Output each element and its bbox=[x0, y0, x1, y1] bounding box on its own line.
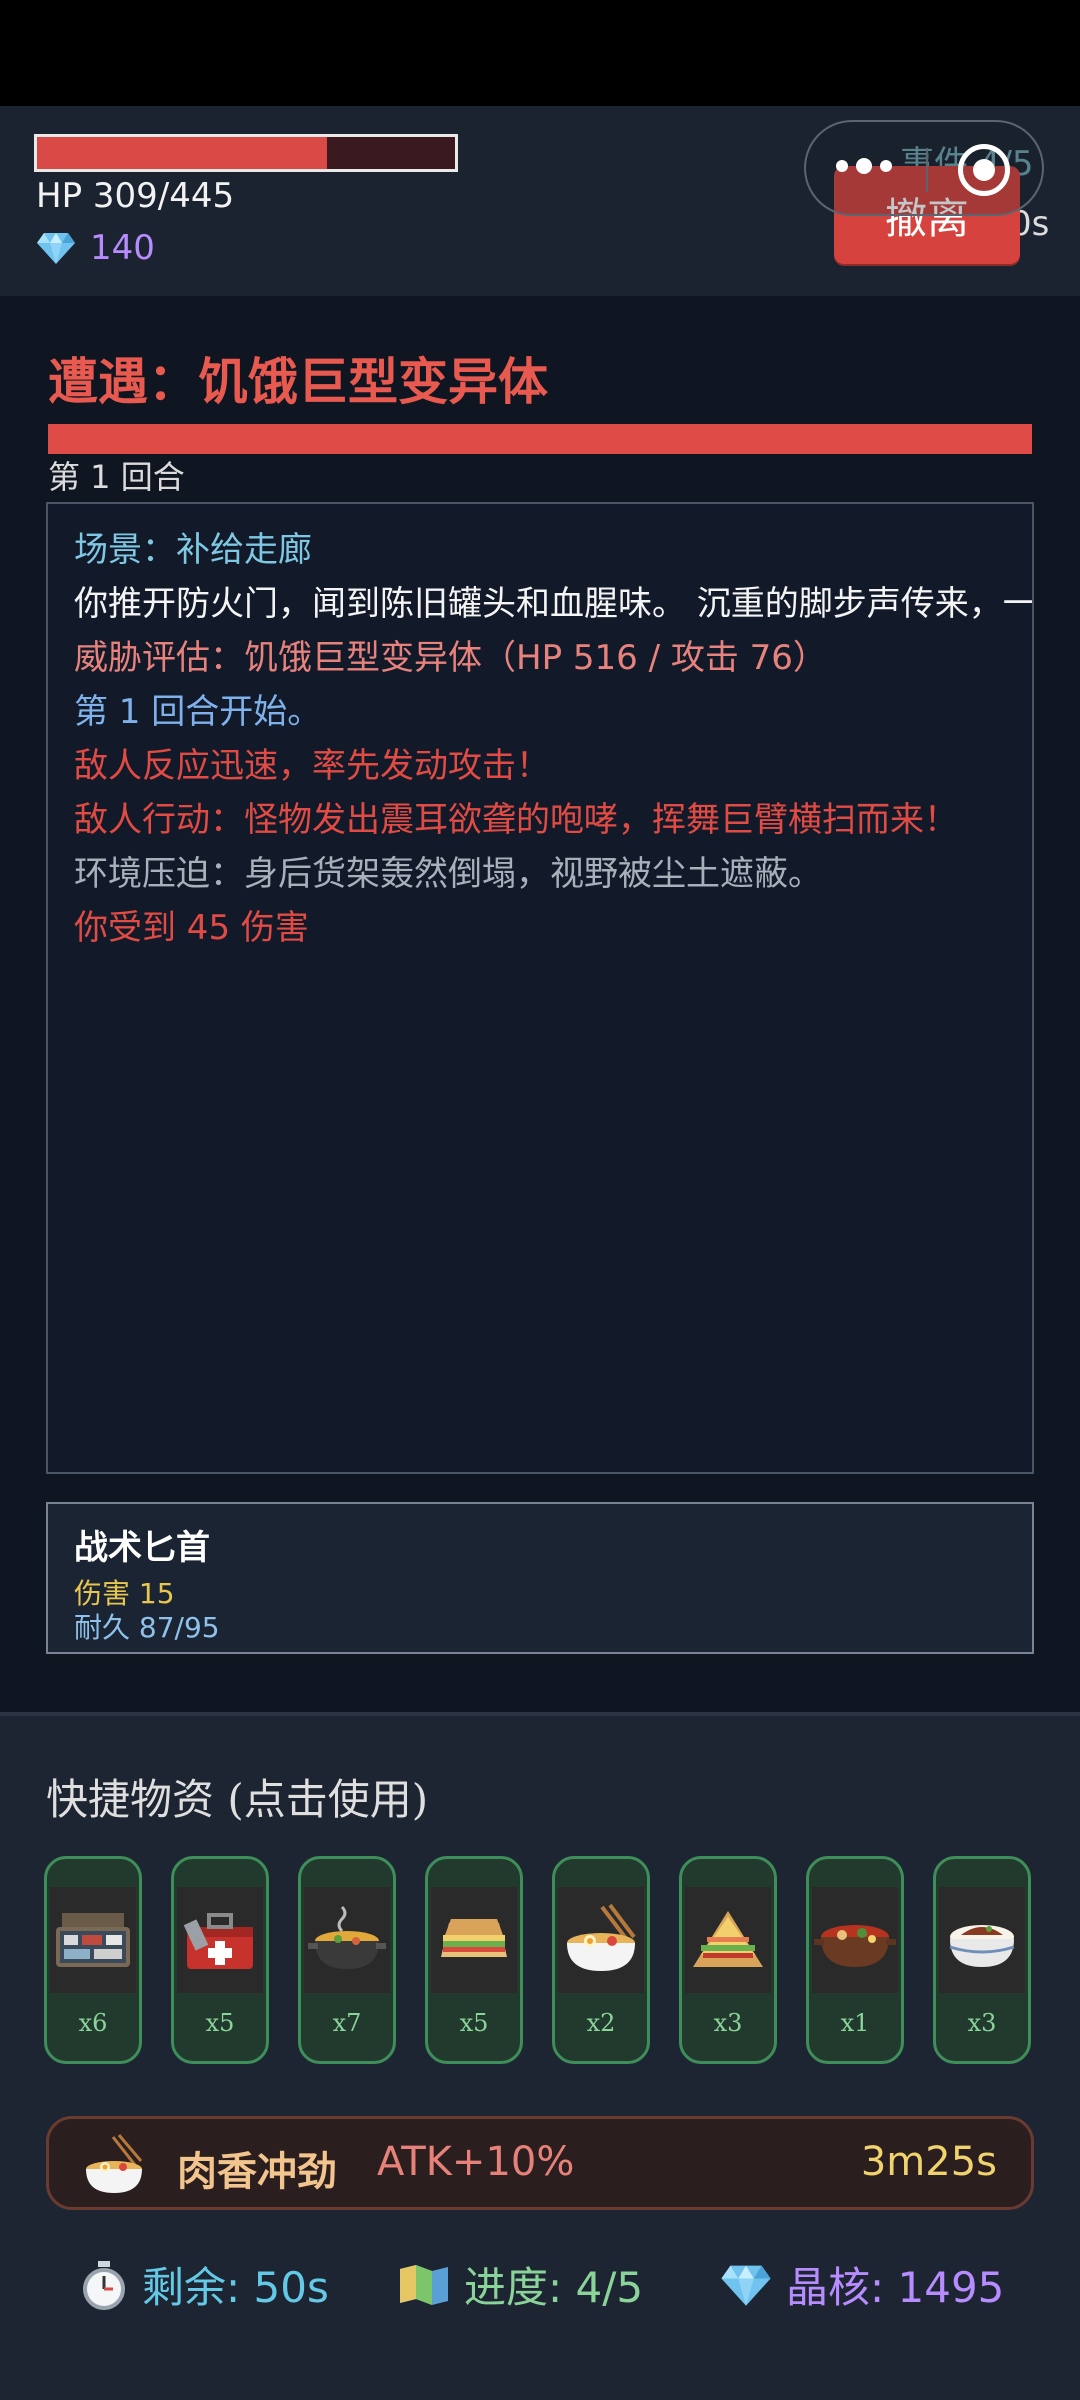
enemy-hp-bar bbox=[48, 424, 1032, 454]
mini-program-capsule bbox=[804, 120, 1044, 216]
diamond-icon bbox=[37, 233, 75, 264]
hotpot-icon bbox=[812, 1887, 898, 1993]
status-bar bbox=[0, 0, 1080, 106]
player-header: HP 309/445 140 事件 4/5 0s 撤离 bbox=[0, 106, 1080, 296]
stat-remaining: 剩余: 50s bbox=[80, 2254, 329, 2315]
rice-bowl-icon bbox=[939, 1887, 1025, 1993]
quick-item-count: x1 bbox=[840, 2009, 870, 2037]
quick-item-count: x3 bbox=[967, 2009, 997, 2037]
capsule-divider bbox=[926, 148, 928, 192]
log-line: 你受到 45 伤害 bbox=[74, 908, 309, 948]
more-icon[interactable] bbox=[836, 158, 892, 174]
log-line: 第 1 回合开始。 bbox=[74, 692, 322, 732]
sandwich-icon bbox=[431, 1887, 517, 1993]
log-line: 敌人行动：怪物发出震耳欲聋的咆哮，挥舞巨臂横扫而来！ bbox=[74, 800, 958, 840]
active-buff: 肉香冲劲 ATK+10% 3m25s bbox=[46, 2116, 1034, 2210]
first-aid-toolbox-icon bbox=[177, 1887, 263, 1993]
quick-item[interactable]: x2 bbox=[552, 1856, 650, 2064]
log-line: 你推开防火门，闻到陈旧罐头和血腥味。 沉重的脚步声传来，一 bbox=[74, 584, 1034, 624]
buff-timer: 3m25s bbox=[860, 2139, 997, 2185]
diamond-icon bbox=[721, 2265, 771, 2306]
soup-pot-icon bbox=[304, 1887, 390, 1993]
close-target-icon[interactable] bbox=[958, 144, 1010, 196]
log-line: 场景：补给走廊 bbox=[74, 530, 312, 570]
quick-item[interactable]: x3 bbox=[679, 1856, 777, 2064]
quick-item-list: x6 x5 x7 x5 x2 x3 x1 x3 bbox=[44, 1856, 1036, 2066]
crystal-total: 晶核: 1495 bbox=[786, 2263, 1005, 2312]
quick-item-count: x2 bbox=[586, 2009, 616, 2037]
run-stats: 剩余: 50s 进度: 4/5 晶核: 1495 bbox=[0, 2244, 1080, 2324]
map-icon bbox=[400, 2264, 448, 2305]
player-hp-fill bbox=[37, 137, 328, 169]
remaining-time: 剩余: 50s bbox=[142, 2263, 329, 2312]
weapon-durability: 耐久 87/95 bbox=[74, 1611, 220, 1644]
weapon-name: 战术匕首 bbox=[74, 1528, 210, 1568]
round-label: 第 1 回合 bbox=[48, 458, 185, 496]
quick-item[interactable]: x5 bbox=[171, 1856, 269, 2064]
quick-item-count: x6 bbox=[78, 2009, 108, 2037]
club-sandwich-icon bbox=[685, 1887, 771, 1993]
noodle-bowl-icon bbox=[86, 2134, 143, 2193]
encounter-panel: 遭遇：饥饿巨型变异体 第 1 回合 场景：补给走廊 你推开防火门，闻到陈旧罐头和… bbox=[0, 296, 1080, 1712]
stat-crystals: 晶核: 1495 bbox=[720, 2254, 1004, 2315]
noodle-bowl-icon bbox=[558, 1887, 644, 1993]
quick-item[interactable]: x1 bbox=[806, 1856, 904, 2064]
buff-name: 肉香冲劲 bbox=[177, 2149, 337, 2195]
quick-item-count: x5 bbox=[205, 2009, 235, 2037]
log-line: 敌人反应迅速，率先发动攻击！ bbox=[74, 746, 550, 786]
player-hp-text: HP 309/445 bbox=[36, 176, 235, 216]
quick-item-count: x3 bbox=[713, 2009, 743, 2037]
encounter-title: 遭遇：饥饿巨型变异体 bbox=[48, 353, 548, 411]
quick-item[interactable]: x5 bbox=[425, 1856, 523, 2064]
quick-supplies-panel: 快捷物资 (点击使用) x6 x5 x7 x5 x2 x3 x1 x3 肉香冲劲… bbox=[0, 1712, 1080, 2400]
crystal-counter: 140 bbox=[36, 228, 155, 268]
log-line: 威胁评估：饥饿巨型变异体（HP 516 / 攻击 76） bbox=[74, 638, 827, 678]
stat-progress: 进度: 4/5 bbox=[398, 2254, 643, 2315]
crystal-count: 140 bbox=[90, 228, 155, 268]
stopwatch-icon bbox=[83, 2260, 125, 2310]
quick-item[interactable]: x7 bbox=[298, 1856, 396, 2064]
progress-value: 进度: 4/5 bbox=[464, 2263, 644, 2312]
buff-effect: ATK+10% bbox=[377, 2139, 575, 2185]
quick-item-count: x5 bbox=[459, 2009, 489, 2037]
medical-kit-icon bbox=[50, 1887, 136, 1993]
quick-item[interactable]: x3 bbox=[933, 1856, 1031, 2064]
quick-item[interactable]: x6 bbox=[44, 1856, 142, 2064]
quick-supplies-title: 快捷物资 (点击使用) bbox=[46, 1775, 429, 1824]
battle-log[interactable]: 场景：补给走廊 你推开防火门，闻到陈旧罐头和血腥味。 沉重的脚步声传来，一 威胁… bbox=[46, 502, 1034, 1474]
weapon-card[interactable]: 战术匕首 伤害 15 耐久 87/95 bbox=[46, 1502, 1034, 1654]
quick-item-count: x7 bbox=[332, 2009, 362, 2037]
log-line: 环境压迫：身后货架轰然倒塌，视野被尘土遮蔽。 bbox=[74, 854, 822, 894]
player-hp-bar bbox=[34, 134, 458, 172]
